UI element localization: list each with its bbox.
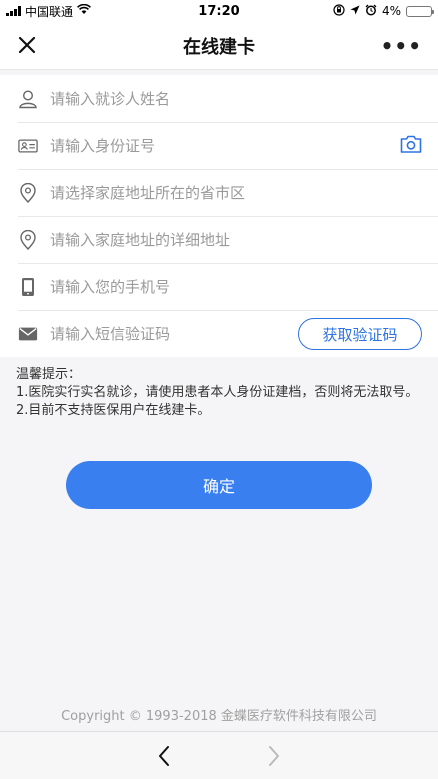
browser-toolbar xyxy=(0,731,438,779)
location-pin-icon xyxy=(18,229,38,250)
close-icon xyxy=(18,36,36,54)
wifi-icon xyxy=(77,3,91,18)
chevron-left-icon xyxy=(159,745,169,766)
user-icon xyxy=(18,89,38,109)
chevron-right-icon xyxy=(269,745,279,766)
status-bar: 中国联通 17:20 4% xyxy=(0,0,438,22)
location-icon xyxy=(350,4,360,18)
phone-icon xyxy=(18,277,38,297)
tips: 温馨提示： 1.医院实行实名就诊，请使用患者本人身份证建档，否则将无法取号。 2… xyxy=(16,366,424,420)
orientation-lock-icon xyxy=(333,3,345,19)
copyright-text: Copyright © 1993-2018 金蝶医疗软件科技有限公司 xyxy=(61,709,377,724)
battery-percent: 4% xyxy=(381,4,401,18)
forward-button[interactable] xyxy=(259,741,289,771)
id-row xyxy=(0,122,438,169)
phone-input[interactable] xyxy=(50,271,438,302)
page-title: 在线建卡 xyxy=(183,36,255,58)
camera-icon xyxy=(400,135,422,153)
status-right: 4% xyxy=(333,3,434,19)
phone-row xyxy=(0,263,438,310)
close-button[interactable] xyxy=(14,32,40,58)
sms-row: 获取验证码 xyxy=(0,310,438,357)
tips-title: 温馨提示： xyxy=(16,367,82,382)
get-code-button[interactable]: 获取验证码 xyxy=(298,318,422,350)
carrier-name: 中国联通 xyxy=(25,4,74,19)
location-pin-icon xyxy=(18,182,38,203)
patient-name-input[interactable] xyxy=(50,83,438,114)
card-registration-form: 获取验证码 xyxy=(0,75,438,357)
more-button[interactable]: ••• xyxy=(381,34,422,58)
camera-button[interactable] xyxy=(400,134,422,158)
status-left: 中国联通 xyxy=(6,3,91,20)
address-input[interactable] xyxy=(50,224,438,255)
address-row xyxy=(0,216,438,263)
tips-line-2: 2.目前不支持医保用户在线建卡。 xyxy=(16,403,211,418)
nav-bar: 在线建卡 ••• xyxy=(0,22,438,70)
confirm-button[interactable]: 确定 xyxy=(66,461,372,509)
tips-line-1: 1.医院实行实名就诊，请使用患者本人身份证建档，否则将无法取号。 xyxy=(16,385,419,400)
back-button[interactable] xyxy=(149,741,179,771)
region-select[interactable] xyxy=(50,177,438,208)
id-card-icon xyxy=(18,136,38,156)
alarm-icon xyxy=(365,4,377,19)
region-row[interactable] xyxy=(0,169,438,216)
id-number-input[interactable] xyxy=(50,130,438,161)
battery-icon xyxy=(406,5,434,17)
name-row xyxy=(0,75,438,122)
signal-icon xyxy=(6,6,21,16)
envelope-icon xyxy=(18,324,38,344)
